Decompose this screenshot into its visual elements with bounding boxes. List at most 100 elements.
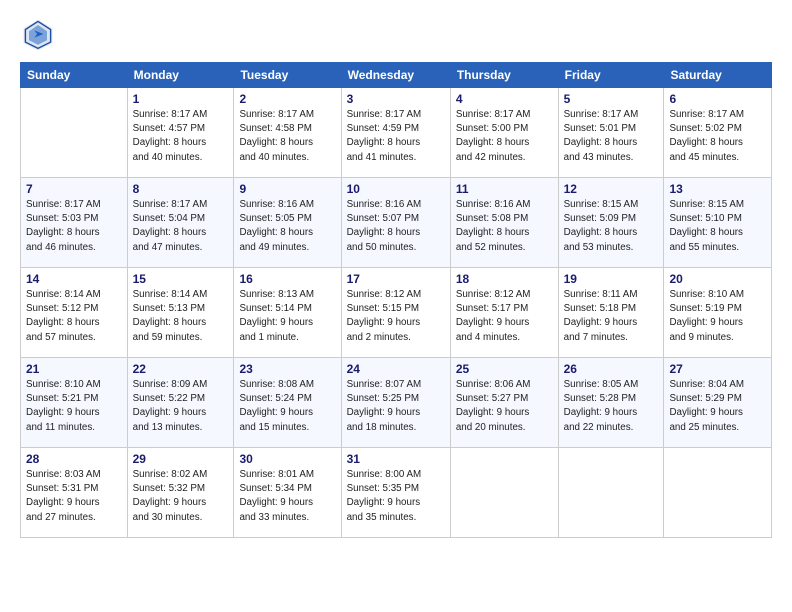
header-day: Sunday [21, 63, 128, 88]
day-info: Sunrise: 8:14 AM Sunset: 5:13 PM Dayligh… [133, 288, 229, 345]
header-day: Thursday [450, 63, 558, 88]
calendar-cell: 27 Sunrise: 8:04 AM Sunset: 5:29 PM Dayli… [664, 358, 772, 448]
day-info: Sunrise: 8:09 AM Sunset: 5:22 PM Dayligh… [133, 378, 229, 435]
day-number: 15 [133, 272, 229, 286]
calendar-week-row: 28 Sunrise: 8:03 AM Sunset: 5:31 PM Dayli… [21, 448, 772, 538]
calendar-week-row: 21Sunrise: 8:10 AM Sunset: 5:21 PM Dayli… [21, 358, 772, 448]
calendar-cell: 28 Sunrise: 8:03 AM Sunset: 5:31 PM Dayli… [21, 448, 128, 538]
calendar-cell: 30 Sunrise: 8:01 AM Sunset: 5:34 PM Dayli… [234, 448, 341, 538]
header [20, 16, 772, 52]
day-number: 6 [669, 92, 766, 106]
calendar-cell: 10Sunrise: 8:16 AM Sunset: 5:07 PM Dayli… [341, 178, 450, 268]
day-info: Sunrise: 8:01 AM Sunset: 5:34 PM Dayligh… [239, 468, 335, 525]
calendar-cell: 12Sunrise: 8:15 AM Sunset: 5:09 PM Dayli… [558, 178, 664, 268]
logo [20, 16, 60, 52]
calendar-header: SundayMondayTuesdayWednesdayThursdayFrid… [21, 63, 772, 88]
day-number: 7 [26, 182, 122, 196]
day-info: Sunrise: 8:17 AM Sunset: 4:58 PM Dayligh… [239, 108, 335, 165]
day-number: 21 [26, 362, 122, 376]
day-number: 13 [669, 182, 766, 196]
day-info: Sunrise: 8:03 AM Sunset: 5:31 PM Dayligh… [26, 468, 122, 525]
header-day: Wednesday [341, 63, 450, 88]
calendar-cell: 29 Sunrise: 8:02 AM Sunset: 5:32 PM Dayli… [127, 448, 234, 538]
day-number: 28 [26, 452, 122, 466]
day-info: Sunrise: 8:10 AM Sunset: 5:19 PM Dayligh… [669, 288, 766, 345]
day-info: Sunrise: 8:17 AM Sunset: 4:57 PM Dayligh… [133, 108, 229, 165]
calendar-cell: 5 Sunrise: 8:17 AM Sunset: 5:01 PM Daylig… [558, 88, 664, 178]
calendar-cell: 13 Sunrise: 8:15 AM Sunset: 5:10 PM Dayli… [664, 178, 772, 268]
day-info: Sunrise: 8:11 AM Sunset: 5:18 PM Dayligh… [564, 288, 659, 345]
day-info: Sunrise: 8:02 AM Sunset: 5:32 PM Dayligh… [133, 468, 229, 525]
calendar-cell [664, 448, 772, 538]
day-info: Sunrise: 8:15 AM Sunset: 5:09 PM Dayligh… [564, 198, 659, 255]
calendar-cell: 21Sunrise: 8:10 AM Sunset: 5:21 PM Dayli… [21, 358, 128, 448]
calendar-cell [450, 448, 558, 538]
calendar-cell: 1Sunrise: 8:17 AM Sunset: 4:57 PM Daylig… [127, 88, 234, 178]
day-number: 11 [456, 182, 553, 196]
day-info: Sunrise: 8:16 AM Sunset: 5:05 PM Dayligh… [239, 198, 335, 255]
calendar-week-row: 7 Sunrise: 8:17 AM Sunset: 5:03 PM Daylig… [21, 178, 772, 268]
calendar-cell: 16Sunrise: 8:13 AM Sunset: 5:14 PM Dayli… [234, 268, 341, 358]
calendar-cell: 18 Sunrise: 8:12 AM Sunset: 5:17 PM Dayli… [450, 268, 558, 358]
calendar-cell: 31Sunrise: 8:00 AM Sunset: 5:35 PM Dayli… [341, 448, 450, 538]
day-number: 26 [564, 362, 659, 376]
day-number: 8 [133, 182, 229, 196]
calendar-cell: 4 Sunrise: 8:17 AM Sunset: 5:00 PM Daylig… [450, 88, 558, 178]
header-day: Tuesday [234, 63, 341, 88]
calendar-week-row: 1Sunrise: 8:17 AM Sunset: 4:57 PM Daylig… [21, 88, 772, 178]
day-number: 4 [456, 92, 553, 106]
calendar-cell: 8 Sunrise: 8:17 AM Sunset: 5:04 PM Daylig… [127, 178, 234, 268]
calendar-cell: 9 Sunrise: 8:16 AM Sunset: 5:05 PM Daylig… [234, 178, 341, 268]
day-info: Sunrise: 8:06 AM Sunset: 5:27 PM Dayligh… [456, 378, 553, 435]
day-info: Sunrise: 8:16 AM Sunset: 5:08 PM Dayligh… [456, 198, 553, 255]
day-info: Sunrise: 8:15 AM Sunset: 5:10 PM Dayligh… [669, 198, 766, 255]
day-number: 5 [564, 92, 659, 106]
day-info: Sunrise: 8:17 AM Sunset: 5:00 PM Dayligh… [456, 108, 553, 165]
calendar-cell: 23Sunrise: 8:08 AM Sunset: 5:24 PM Dayli… [234, 358, 341, 448]
day-info: Sunrise: 8:04 AM Sunset: 5:29 PM Dayligh… [669, 378, 766, 435]
day-info: Sunrise: 8:07 AM Sunset: 5:25 PM Dayligh… [347, 378, 445, 435]
calendar-cell [558, 448, 664, 538]
day-number: 14 [26, 272, 122, 286]
day-info: Sunrise: 8:13 AM Sunset: 5:14 PM Dayligh… [239, 288, 335, 345]
calendar-cell: 20 Sunrise: 8:10 AM Sunset: 5:19 PM Dayli… [664, 268, 772, 358]
day-info: Sunrise: 8:12 AM Sunset: 5:15 PM Dayligh… [347, 288, 445, 345]
day-number: 18 [456, 272, 553, 286]
calendar-cell: 24 Sunrise: 8:07 AM Sunset: 5:25 PM Dayli… [341, 358, 450, 448]
day-info: Sunrise: 8:17 AM Sunset: 4:59 PM Dayligh… [347, 108, 445, 165]
day-number: 17 [347, 272, 445, 286]
calendar-cell: 7 Sunrise: 8:17 AM Sunset: 5:03 PM Daylig… [21, 178, 128, 268]
calendar-cell: 19 Sunrise: 8:11 AM Sunset: 5:18 PM Dayli… [558, 268, 664, 358]
calendar-cell: 3Sunrise: 8:17 AM Sunset: 4:59 PM Daylig… [341, 88, 450, 178]
day-info: Sunrise: 8:17 AM Sunset: 5:03 PM Dayligh… [26, 198, 122, 255]
day-number: 22 [133, 362, 229, 376]
day-number: 20 [669, 272, 766, 286]
day-number: 24 [347, 362, 445, 376]
day-number: 9 [239, 182, 335, 196]
calendar-cell: 11 Sunrise: 8:16 AM Sunset: 5:08 PM Dayli… [450, 178, 558, 268]
day-number: 30 [239, 452, 335, 466]
page: SundayMondayTuesdayWednesdayThursdayFrid… [0, 0, 792, 612]
day-number: 27 [669, 362, 766, 376]
day-info: Sunrise: 8:12 AM Sunset: 5:17 PM Dayligh… [456, 288, 553, 345]
calendar-cell: 14Sunrise: 8:14 AM Sunset: 5:12 PM Dayli… [21, 268, 128, 358]
day-number: 23 [239, 362, 335, 376]
calendar-cell: 17 Sunrise: 8:12 AM Sunset: 5:15 PM Dayli… [341, 268, 450, 358]
day-number: 10 [347, 182, 445, 196]
header-row: SundayMondayTuesdayWednesdayThursdayFrid… [21, 63, 772, 88]
logo-icon [20, 16, 56, 52]
calendar-cell: 6 Sunrise: 8:17 AM Sunset: 5:02 PM Daylig… [664, 88, 772, 178]
day-number: 29 [133, 452, 229, 466]
day-info: Sunrise: 8:05 AM Sunset: 5:28 PM Dayligh… [564, 378, 659, 435]
day-info: Sunrise: 8:17 AM Sunset: 5:04 PM Dayligh… [133, 198, 229, 255]
calendar-cell: 15 Sunrise: 8:14 AM Sunset: 5:13 PM Dayli… [127, 268, 234, 358]
day-info: Sunrise: 8:17 AM Sunset: 5:02 PM Dayligh… [669, 108, 766, 165]
header-day: Saturday [664, 63, 772, 88]
day-number: 2 [239, 92, 335, 106]
header-day: Monday [127, 63, 234, 88]
day-info: Sunrise: 8:00 AM Sunset: 5:35 PM Dayligh… [347, 468, 445, 525]
calendar-cell [21, 88, 128, 178]
day-info: Sunrise: 8:17 AM Sunset: 5:01 PM Dayligh… [564, 108, 659, 165]
day-number: 19 [564, 272, 659, 286]
calendar-cell: 26 Sunrise: 8:05 AM Sunset: 5:28 PM Dayli… [558, 358, 664, 448]
